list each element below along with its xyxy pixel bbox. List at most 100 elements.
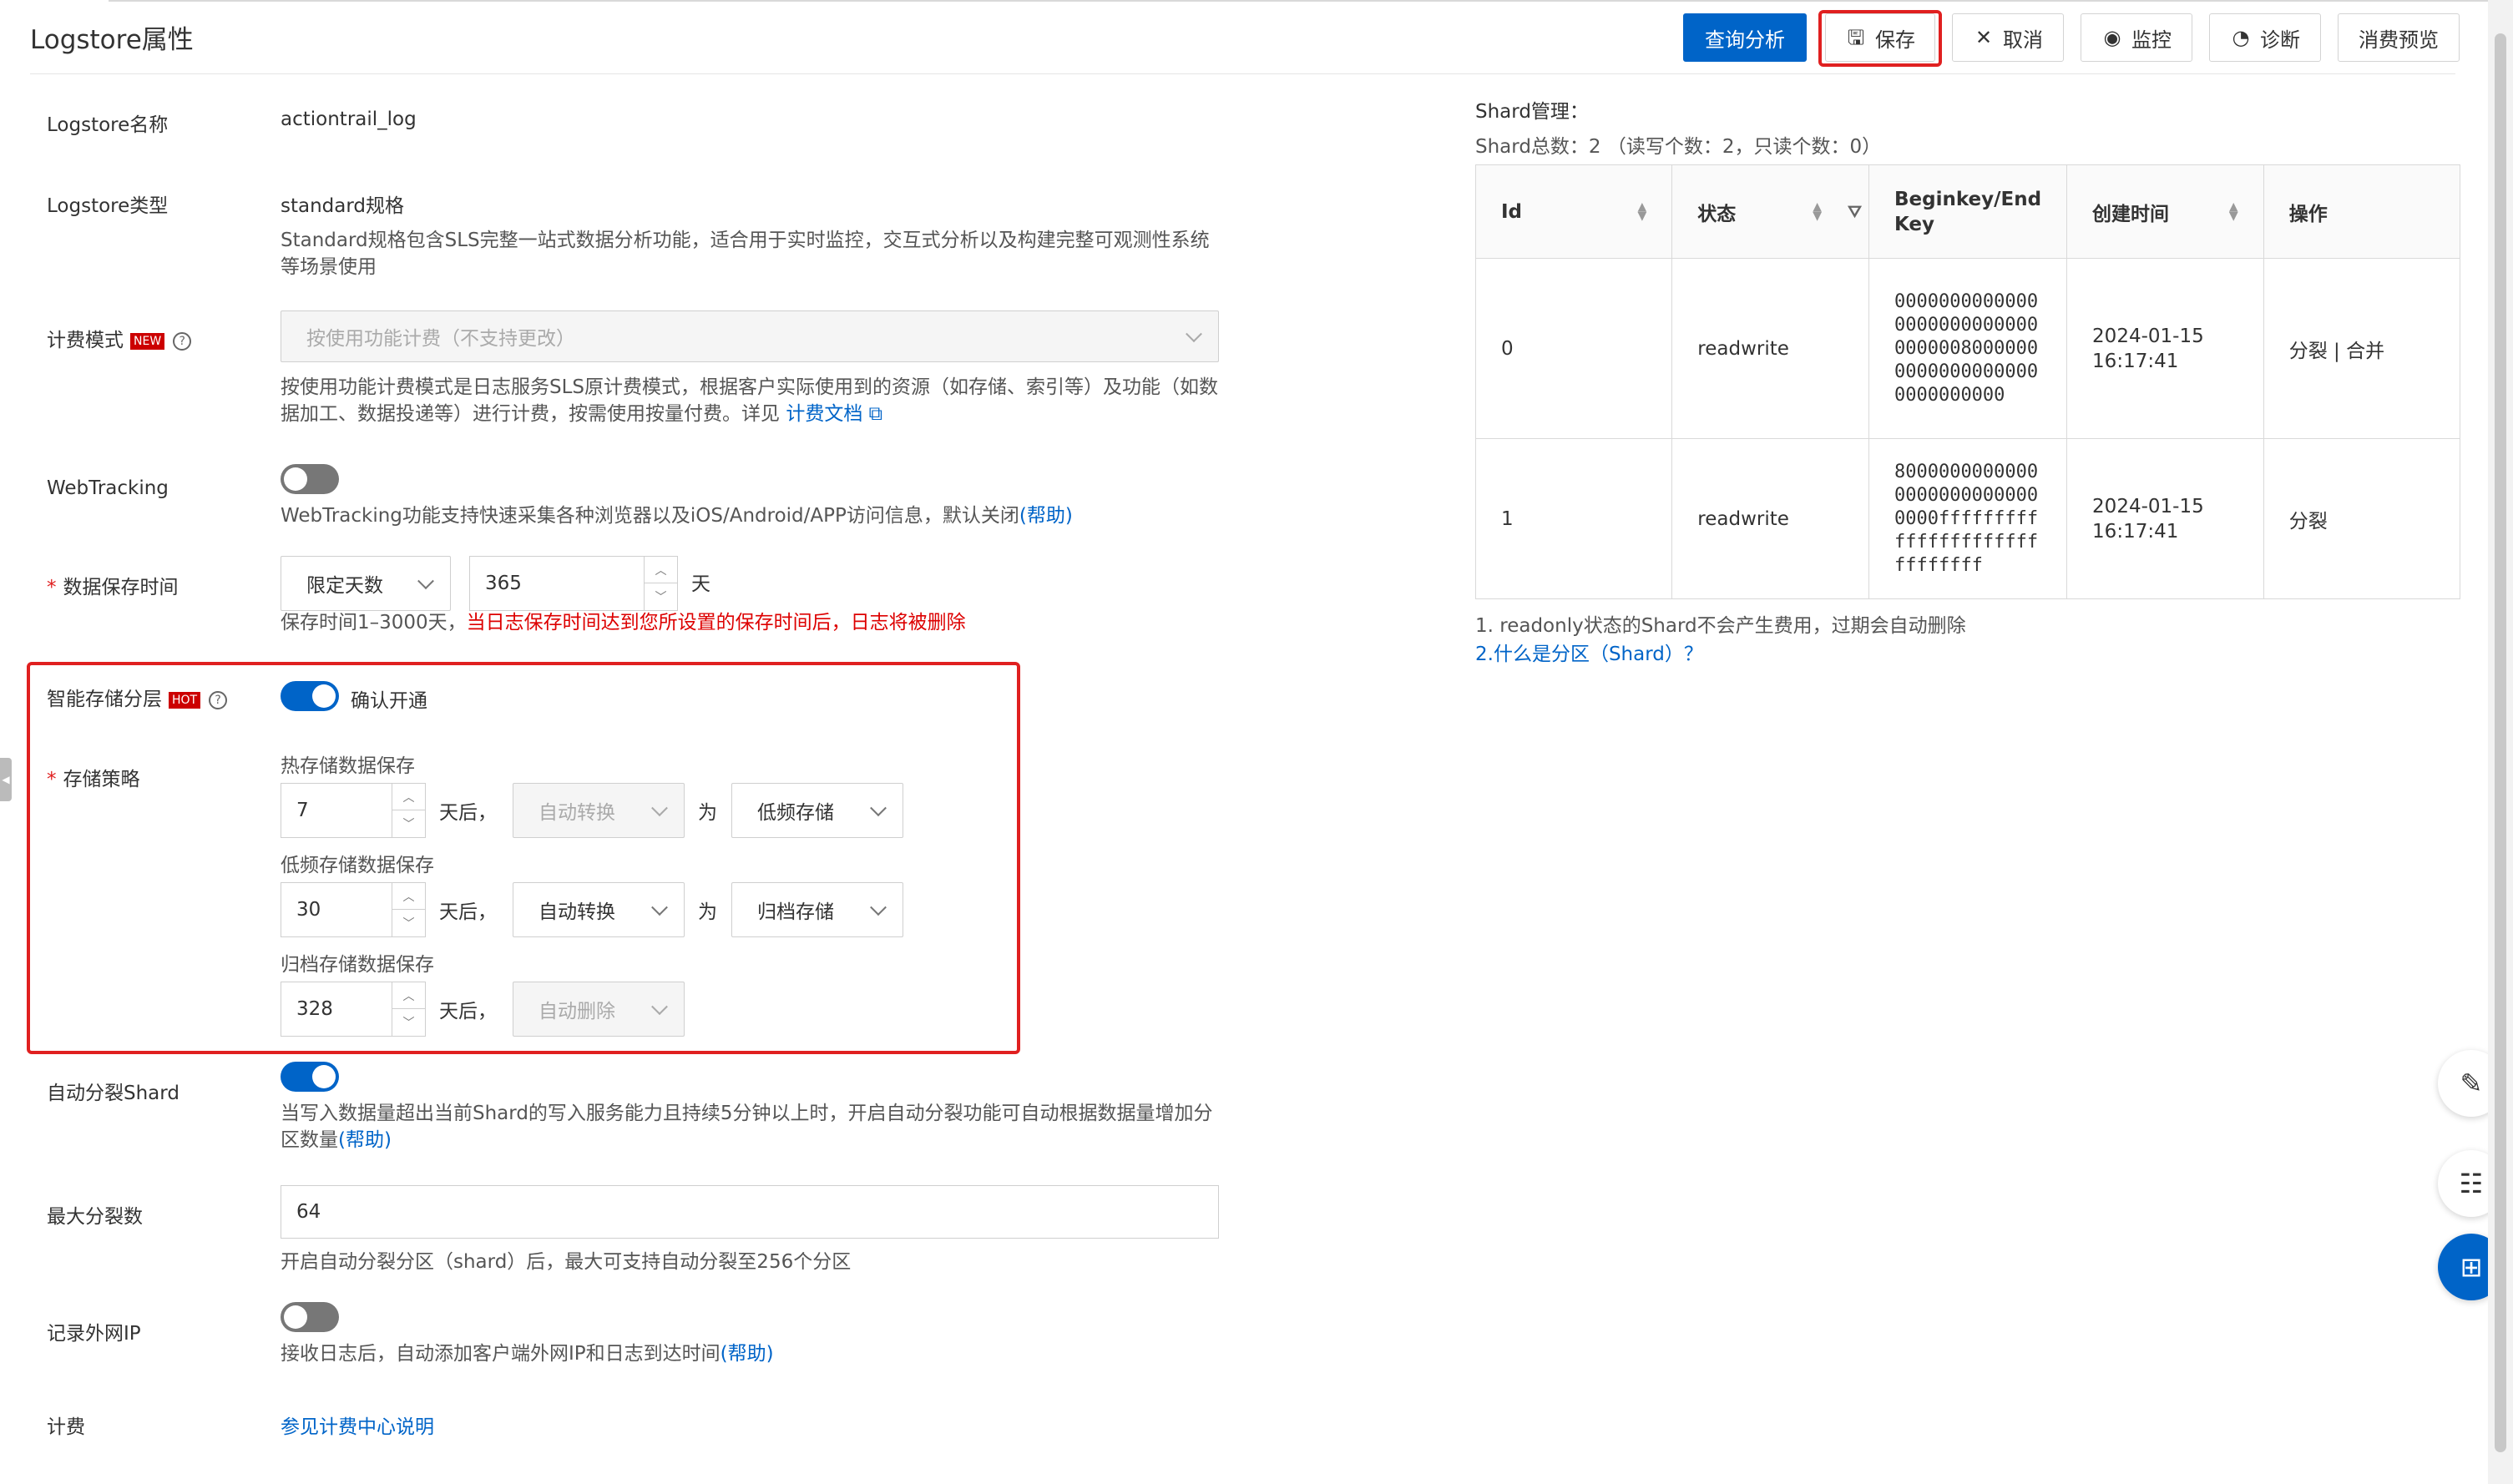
tiered-storage-label-text: 智能存储分层 — [47, 689, 162, 710]
retention-days-input[interactable]: 365 ︿ ﹀ — [469, 556, 678, 611]
sort-icon[interactable]: ▲ ▼ — [1638, 201, 1647, 222]
logstore-name-label: Logstore名称 — [47, 114, 169, 136]
hot-days-stepper[interactable]: ︿ ﹀ — [392, 784, 425, 837]
hot-days-input[interactable]: 7 ︿ ﹀ — [281, 783, 426, 838]
sort-icon[interactable]: ▲ ▼ — [1813, 201, 1822, 222]
shard-note-2-link[interactable]: 2.什么是分区（Shard）？ — [1475, 638, 1703, 666]
retention-mode-value: 限定天数 — [306, 575, 383, 597]
ia-storage-title: 低频存储数据保存 — [281, 855, 434, 876]
monitor-button[interactable]: ◉ 监控 — [2081, 13, 2192, 62]
auto-split-desc-text: 当写入数据量超出当前Shard的写入服务能力且持续5分钟以上时，开启自动分裂功能… — [281, 1103, 1213, 1151]
billing-doc-link[interactable]: 计费文档 — [786, 403, 862, 425]
stepper-up-icon[interactable]: ︿ — [392, 784, 425, 810]
scrollbar[interactable] — [2488, 0, 2513, 1484]
shard-ops[interactable]: 分裂 — [2263, 438, 2461, 599]
ia-days-input[interactable]: 30 ︿ ﹀ — [281, 882, 426, 937]
shard-created: 2024-01-15 16:17:41 — [2066, 258, 2264, 439]
retention-days-stepper[interactable]: ︿ ﹀ — [644, 557, 677, 610]
hot-target-select[interactable]: 低频存储 — [731, 783, 903, 838]
storage-policy-label-text: 存储策略 — [63, 769, 140, 790]
shard-ops[interactable]: 分裂 | 合并 — [2263, 258, 2461, 439]
max-split-input[interactable]: 64 — [281, 1185, 1219, 1239]
cancel-button[interactable]: ✕ 取消 — [1952, 13, 2064, 62]
chevron-down-icon — [870, 899, 887, 916]
shard-id: 0 — [1474, 258, 1673, 439]
webtracking-help-link[interactable]: (帮助) — [1019, 505, 1073, 527]
required-mark: * — [47, 769, 57, 790]
diagnose-button[interactable]: ◔ 诊断 — [2209, 13, 2321, 62]
chevron-down-icon — [651, 800, 668, 817]
query-analysis-button[interactable]: 查询分析 — [1683, 13, 1807, 62]
col-created[interactable]: 创建时间 ▲ ▼ — [2066, 164, 2264, 259]
col-id[interactable]: Id ▲ ▼ — [1474, 164, 1673, 259]
col-ops: 操作 — [2263, 164, 2461, 259]
required-mark: * — [47, 577, 57, 598]
help-icon[interactable]: ? — [209, 690, 228, 709]
stepper-down-icon[interactable]: ﹀ — [392, 1009, 425, 1036]
cancel-label: 取消 — [2003, 28, 2043, 52]
billing-label: 计费 — [47, 1416, 85, 1438]
auto-split-desc: 当写入数据量超出当前Shard的写入服务能力且持续5分钟以上时，开启自动分裂功能… — [281, 1100, 1224, 1153]
stepper-down-icon[interactable]: ﹀ — [645, 583, 677, 610]
auto-split-toggle[interactable] — [281, 1062, 339, 1092]
col-status[interactable]: 状态 ▲ ▼ ⛛ — [1671, 164, 1869, 259]
archive-after-text: 天后， — [439, 1001, 497, 1022]
billing-mode-desc-text: 按使用功能计费模式是日志服务SLS原计费模式，根据客户实际使用到的资源（如存储、… — [281, 376, 1219, 425]
table-row: 1 readwrite 8000000000000000000000000000… — [1474, 438, 2461, 599]
stepper-up-icon[interactable]: ︿ — [392, 982, 425, 1009]
ia-days-stepper[interactable]: ︿ ﹀ — [392, 883, 425, 936]
auto-split-help-link[interactable]: (帮助) — [338, 1129, 392, 1151]
webtracking-label: WebTracking — [47, 477, 169, 499]
record-ip-toggle[interactable] — [281, 1302, 339, 1332]
auto-split-label: 自动分裂Shard — [47, 1083, 180, 1104]
ia-target-select[interactable]: 归档存储 — [731, 882, 903, 937]
billing-mode-label-text: 计费模式 — [47, 330, 124, 351]
help-icon[interactable]: ? — [173, 331, 192, 351]
archive-action-value: 自动删除 — [538, 1001, 615, 1022]
toggle-knob — [312, 684, 336, 708]
sort-icon[interactable]: ▲ ▼ — [2229, 201, 2238, 222]
tiered-storage-toggle[interactable] — [281, 681, 339, 711]
shard-note-1: 1. readonly状态的Shard不会产生费用，过期会自动删除 — [1475, 615, 1966, 637]
cost-preview-button[interactable]: 消费预览 — [2338, 13, 2460, 62]
diagnose-label: 诊断 — [2260, 28, 2300, 52]
stepper-up-icon[interactable]: ︿ — [645, 557, 677, 583]
stepper-up-icon[interactable]: ︿ — [392, 883, 425, 910]
tiered-storage-toggle-text: 确认开通 — [351, 690, 427, 712]
webtracking-toggle[interactable] — [281, 464, 339, 494]
hot-target-value: 低频存储 — [757, 802, 834, 824]
filter-icon[interactable]: ⛛ — [1848, 203, 1862, 220]
archive-days-value: 328 — [296, 998, 333, 1020]
billing-center-link[interactable]: 参见计费中心说明 — [281, 1411, 434, 1439]
toggle-knob — [284, 467, 307, 491]
chevron-down-icon — [870, 800, 887, 817]
retention-days-value: 365 — [485, 573, 522, 594]
stepper-down-icon[interactable]: ﹀ — [392, 810, 425, 837]
save-label: 保存 — [1875, 28, 1915, 52]
billing-mode-label: 计费模式 NEW? — [47, 324, 192, 352]
archive-days-input[interactable]: 328 ︿ ﹀ — [281, 982, 426, 1037]
collapse-sidebar-handle[interactable]: ◀ — [0, 758, 12, 801]
monitor-label: 监控 — [2131, 28, 2172, 52]
webtracking-desc: WebTracking功能支持快速采集各种浏览器以及iOS/Android/AP… — [281, 502, 1282, 529]
stepper-down-icon[interactable]: ﹀ — [392, 910, 425, 936]
billing-mode-desc: 按使用功能计费模式是日志服务SLS原计费模式，根据客户实际使用到的资源（如存储、… — [281, 374, 1224, 427]
shard-created: 2024-01-15 16:17:41 — [2066, 438, 2264, 599]
scrollbar-thumb[interactable] — [2495, 33, 2506, 1452]
logstore-type-desc: Standard规格包含SLS完整一站式数据分析功能，适合用于实时监控，交互式分… — [281, 230, 1210, 278]
hot-as-text: 为 — [698, 802, 717, 824]
max-split-desc: 开启自动分裂分区（shard）后，最大可支持自动分裂至256个分区 — [281, 1251, 852, 1273]
hot-storage-title: 热存储数据保存 — [281, 755, 415, 777]
chevron-down-icon — [651, 998, 668, 1016]
archive-days-stepper[interactable]: ︿ ﹀ — [392, 982, 425, 1036]
save-button[interactable]: 🖫 保存 — [1825, 13, 1935, 62]
record-ip-help-link[interactable]: (帮助) — [721, 1343, 774, 1365]
hot-badge: HOT — [169, 691, 201, 709]
table-row: 0 readwrite 0000000000000000000000000000… — [1474, 258, 2461, 439]
ia-days-value: 30 — [296, 899, 321, 921]
retention-mode-select[interactable]: 限定天数 — [281, 556, 451, 611]
external-link-icon: ⧉ — [862, 403, 883, 425]
billing-mode-select[interactable]: 按使用功能计费（不支持更改） — [281, 310, 1219, 362]
ia-action-select[interactable]: 自动转换 — [513, 882, 685, 937]
shard-id: 1 — [1474, 438, 1673, 599]
